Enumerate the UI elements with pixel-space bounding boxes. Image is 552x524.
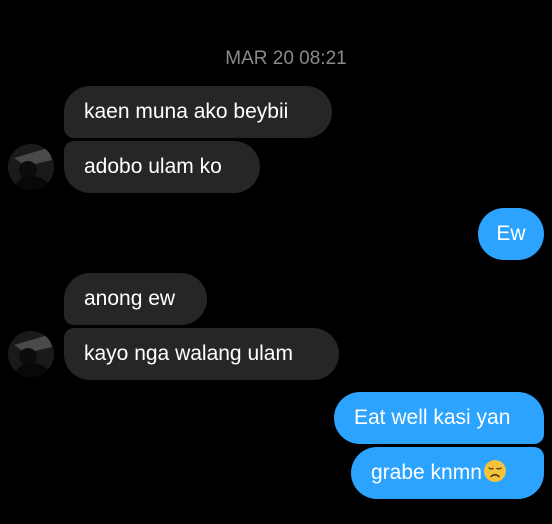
avatar-photo-icon — [8, 331, 54, 377]
outgoing-message[interactable]: Eat well kasi yan — [334, 392, 544, 444]
avatar-photo-icon — [8, 144, 54, 190]
avatar[interactable] — [8, 331, 54, 377]
incoming-message[interactable]: kaen muna ako beybii — [64, 86, 332, 138]
incoming-message[interactable]: anong ew — [64, 273, 207, 325]
timestamp: MAR 20 08:21 — [225, 48, 347, 69]
avatar[interactable] — [8, 144, 54, 190]
incoming-message[interactable]: kayo nga walang ulam — [64, 328, 339, 380]
message-text: grabe knmn — [371, 461, 482, 484]
incoming-message[interactable]: adobo ulam ko — [64, 141, 260, 193]
disappointed-face-icon — [483, 460, 506, 482]
outgoing-message[interactable]: Ew — [478, 208, 544, 260]
outgoing-message[interactable]: grabe knmn — [351, 447, 544, 499]
